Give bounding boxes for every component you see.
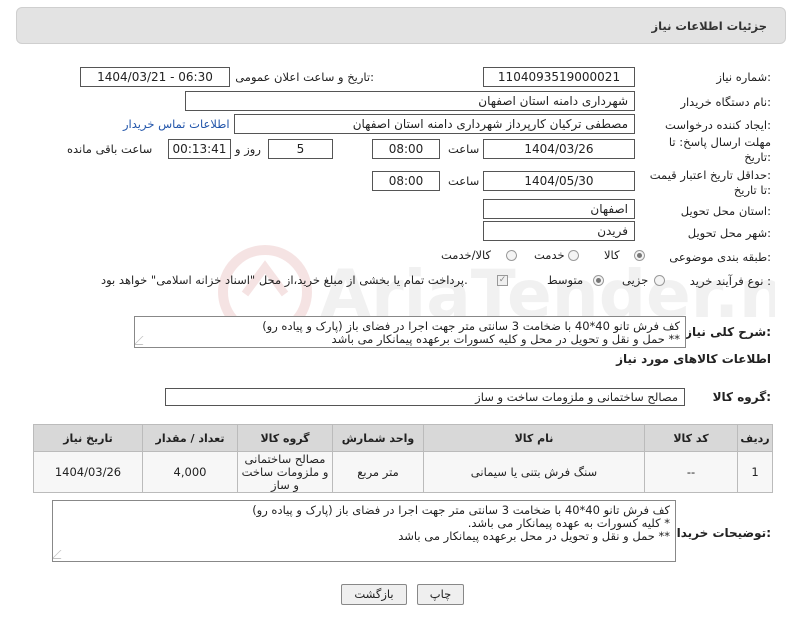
goods-section-title: اطلاعات کالاهای مورد نیاز <box>616 352 771 366</box>
col-date: تاریخ نیاز <box>33 424 143 452</box>
col-row: ردیف <box>737 424 773 452</box>
process-radio-medium[interactable] <box>593 275 604 286</box>
summary-textarea[interactable]: کف فرش تانو 40*40 با ضخامت 3 سانتی متر ج… <box>134 316 686 348</box>
buyer-org-label: نام دستگاه خریدار: <box>680 95 771 109</box>
cell-row: 1 <box>737 451 773 493</box>
city-field[interactable]: فریدن <box>483 221 635 241</box>
price-validity-time-field[interactable]: 08:00 <box>372 171 440 191</box>
days-field[interactable]: 5 <box>268 139 333 159</box>
payment-note: پرداخت تمام یا بخشی از مبلغ خرید،از محل … <box>101 273 468 287</box>
page-header: جزئیات اطلاعات نیاز <box>16 7 786 44</box>
buyer-notes-textarea[interactable]: کف فرش تانو 40*40 با ضخامت 3 سانتی متر ج… <box>52 500 676 562</box>
deadline-label-2: تاریخ: <box>744 150 771 164</box>
table-row[interactable]: 1 -- سنگ فرش بتنی یا سیمانی متر مربع مصا… <box>33 451 773 493</box>
buyer-org-field[interactable]: شهرداری دامنه استان اصفهان <box>185 91 635 111</box>
process-radio-minor[interactable] <box>654 275 665 286</box>
print-button[interactable]: چاپ <box>417 584 464 605</box>
summary-label: شرح کلی نیاز: <box>685 325 771 339</box>
deadline-label-1: مهلت ارسال پاسخ: تا <box>668 135 771 149</box>
category-radio-service[interactable] <box>568 250 579 261</box>
goods-group-label: گروه کالا: <box>712 390 771 404</box>
goods-table: ردیف کد کالا نام کالا واحد شمارش گروه کا… <box>33 424 773 493</box>
deadline-time-field[interactable]: 08:00 <box>372 139 440 159</box>
cell-code: -- <box>644 451 738 493</box>
summary-line: ** حمل و نقل و تحویل در محل و کلیه کسورا… <box>331 332 680 346</box>
province-label: استان محل تحویل: <box>680 204 771 218</box>
col-group: گروه کالا <box>237 424 333 452</box>
remaining-word: ساعت باقی مانده <box>67 142 153 156</box>
resize-grip-icon[interactable] <box>53 550 70 559</box>
category-label: طبقه بندی موضوعی: <box>669 250 771 264</box>
days-word: روز و <box>235 142 261 156</box>
category-option-goods: کالا <box>604 248 620 262</box>
page-title: جزئیات اطلاعات نیاز <box>651 19 767 33</box>
need-number-label: شماره نیاز: <box>716 70 771 84</box>
col-code: کد کالا <box>644 424 738 452</box>
buyer-notes-line: ** حمل و نقل و تحویل در محل برعهده پیمان… <box>398 529 670 543</box>
requester-field[interactable]: مصطفی ترکیان کارپرداز شهرداری دامنه استا… <box>234 114 635 134</box>
col-name: نام کالا <box>423 424 645 452</box>
payment-checkbox[interactable]: ✓ <box>497 275 508 286</box>
contact-buyer-link[interactable]: اطلاعات تماس خریدار <box>123 117 230 131</box>
category-radio-goods[interactable] <box>634 250 645 261</box>
col-qty: تعداد / مقدار <box>142 424 238 452</box>
announce-label: تاریخ و ساعت اعلان عمومی: <box>235 70 374 84</box>
requester-label: ایجاد کننده درخواست: <box>665 118 771 132</box>
price-time-word: ساعت <box>448 174 480 188</box>
deadline-time-word: ساعت <box>448 142 480 156</box>
cell-group: مصالح ساختمانی و ملزومات ساخت و ساز <box>237 451 333 493</box>
process-option-medium: متوسط <box>547 273 584 287</box>
remaining-time-field[interactable]: 00:13:41 <box>168 139 231 159</box>
category-option-service: خدمت <box>534 248 565 262</box>
deadline-date-field[interactable]: 1404/03/26 <box>483 139 635 159</box>
cell-name: سنگ فرش بتنی یا سیمانی <box>423 451 645 493</box>
process-type-label: نوع فرآیند خرید : <box>689 274 771 288</box>
goods-table-header: ردیف کد کالا نام کالا واحد شمارش گروه کا… <box>33 424 773 452</box>
price-validity-date-field[interactable]: 1404/05/30 <box>483 171 635 191</box>
cell-date: 1404/03/26 <box>33 451 143 493</box>
cell-unit: متر مربع <box>332 451 424 493</box>
announce-field[interactable]: 1404/03/21 - 06:30 <box>80 67 230 87</box>
back-button[interactable]: بازگشت <box>341 584 407 605</box>
buyer-notes-label: توضیحات خریدار: <box>669 526 771 540</box>
need-number-field[interactable]: 1104093519000021 <box>483 67 635 87</box>
category-radio-goods-service[interactable] <box>506 250 517 261</box>
process-option-minor: جزیی <box>622 273 649 287</box>
goods-group-field[interactable]: مصالح ساختمانی و ملزومات ساخت و ساز <box>165 388 685 406</box>
province-field[interactable]: اصفهان <box>483 199 635 219</box>
col-unit: واحد شمارش <box>332 424 424 452</box>
cell-qty: 4,000 <box>142 451 238 493</box>
city-label: شهر محل تحویل: <box>687 226 771 240</box>
category-option-goods-service: کالا/خدمت <box>441 248 492 262</box>
price-validity-label-1: حداقل تاریخ اعتبار قیمت: <box>649 168 771 182</box>
price-validity-label-2: تا تاریخ: <box>733 183 771 197</box>
